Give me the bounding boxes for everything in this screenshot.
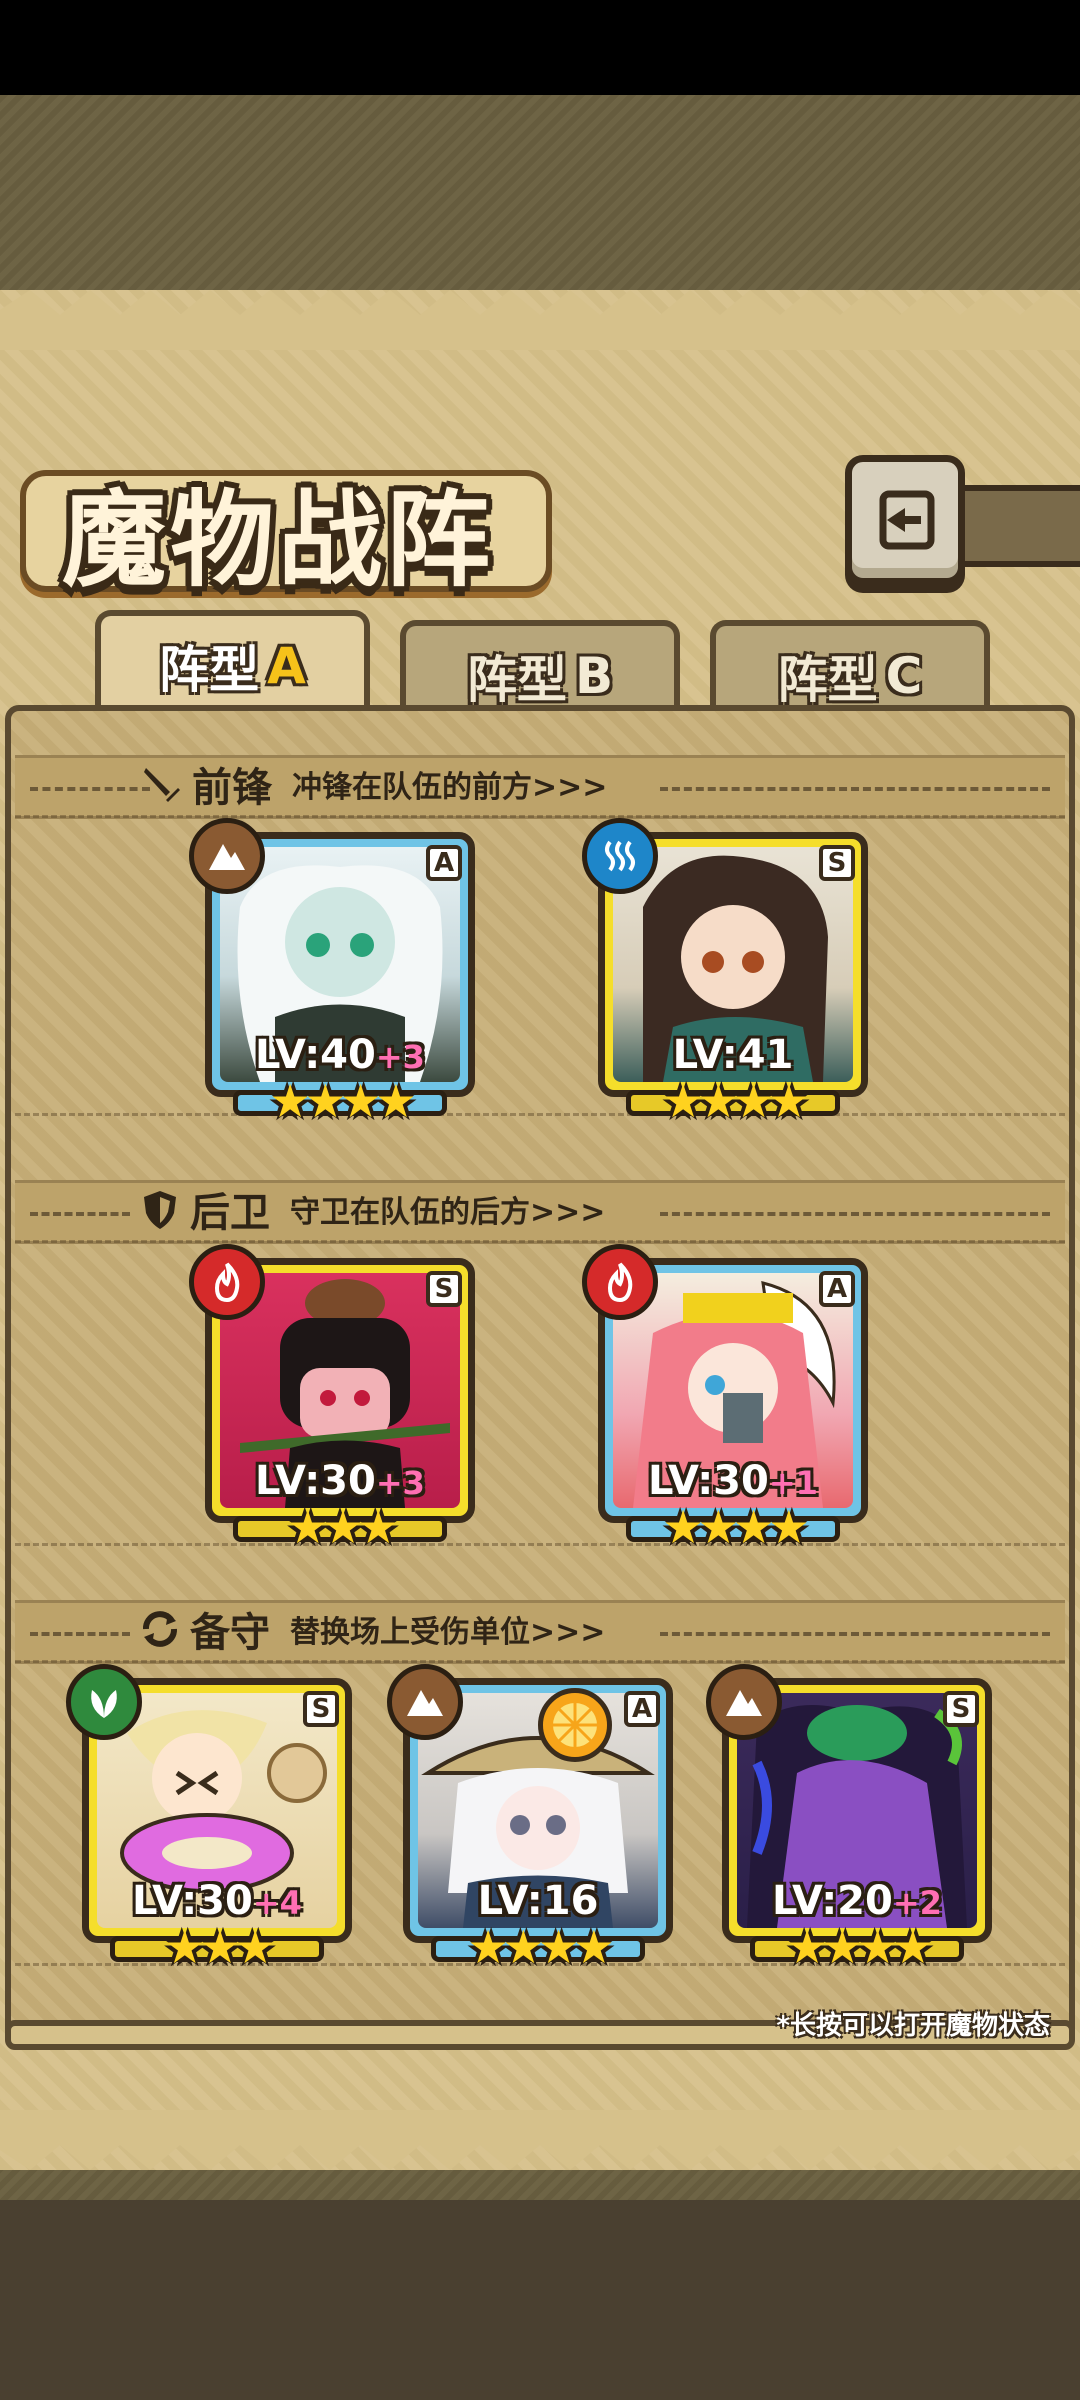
fire-element-icon xyxy=(582,1244,658,1320)
level-bonus: +2 xyxy=(892,1884,942,1922)
page-title: 魔物战阵 xyxy=(62,478,495,601)
monster-card-reserve-1[interactable]: S LV:30+4 ★★★ xyxy=(66,1664,352,1970)
earth-element-icon xyxy=(706,1664,782,1740)
orange-slice-icon xyxy=(538,1688,612,1762)
level-label: LV:20+2 xyxy=(722,1878,992,1924)
zigzag-edge-top xyxy=(0,290,1080,350)
divider xyxy=(30,1212,130,1216)
level-bonus: +3 xyxy=(375,1038,425,1076)
zigzag-edge-bottom xyxy=(0,2110,1080,2170)
back-section-desc: 守卫在队伍的后方>>> xyxy=(290,1195,606,1230)
level-value: LV:20 xyxy=(772,1878,893,1924)
level-value: LV:30 xyxy=(255,1458,376,1504)
back-row xyxy=(15,1240,1065,1546)
tab-label: 阵型 xyxy=(466,650,567,709)
shield-icon xyxy=(144,1191,176,1229)
level-value: LV:30 xyxy=(648,1458,769,1504)
back-section-header: 后卫 守卫在队伍的后方>>> xyxy=(138,1180,605,1238)
long-press-hint: *长按可以打开魔物状态 xyxy=(776,2011,1050,2041)
swap-icon xyxy=(143,1611,177,1647)
level-value: LV:30 xyxy=(132,1878,253,1924)
back-section-name: 后卫 xyxy=(190,1190,270,1236)
wood-element-icon xyxy=(66,1664,142,1740)
star-rating: ★★★★ xyxy=(662,1500,810,1554)
divider xyxy=(660,1212,1050,1216)
rank-badge: A xyxy=(819,1271,855,1307)
rank-badge: A xyxy=(624,1691,660,1727)
front-section-name: 前锋 xyxy=(192,765,272,811)
star-rating: ★★★★ xyxy=(269,1074,417,1128)
rank-badge: S xyxy=(426,1271,462,1307)
level-value: LV:16 xyxy=(477,1878,599,1924)
reserve-section-header: 备守 替换场上受伤单位>>> xyxy=(138,1600,605,1658)
fire-element-icon xyxy=(189,1244,265,1320)
monster-card-front-1[interactable]: A LV:40+3 ★★★★ xyxy=(189,818,475,1124)
front-row xyxy=(15,815,1065,1116)
tab-letter: B xyxy=(574,646,614,705)
level-bonus: +1 xyxy=(768,1464,818,1502)
divider xyxy=(660,1632,1050,1636)
level-value: LV:40 xyxy=(255,1032,376,1078)
reserve-section-desc: 替换场上受伤单位>>> xyxy=(290,1615,606,1650)
rank-badge: S xyxy=(943,1691,979,1727)
level-label: LV:41 xyxy=(598,1032,868,1078)
front-section-header: 前锋 冲锋在队伍的前方>>> xyxy=(140,755,607,813)
monster-card-front-2[interactable]: S LV:41 ★★★★ xyxy=(582,818,868,1124)
level-label: LV:30+4 xyxy=(82,1878,352,1924)
star-rating: ★★★ xyxy=(287,1500,399,1554)
divider xyxy=(660,787,1050,791)
earth-element-icon xyxy=(189,818,265,894)
level-bonus: +3 xyxy=(375,1464,425,1502)
back-button[interactable] xyxy=(845,455,965,585)
monster-card-reserve-2[interactable]: A LV:16 ★★★★ xyxy=(387,1664,673,1970)
rank-badge: S xyxy=(303,1691,339,1727)
sword-icon xyxy=(144,768,180,802)
divider xyxy=(30,787,150,791)
tab-label: 阵型 xyxy=(777,650,878,709)
star-rating: ★★★★ xyxy=(662,1074,810,1128)
map-background-bottom xyxy=(0,2200,1080,2400)
rank-badge: A xyxy=(426,845,462,881)
star-rating: ★★★★ xyxy=(786,1920,934,1974)
tab-letter: A xyxy=(267,636,306,695)
status-bar xyxy=(0,0,1080,95)
level-label: LV:30+3 xyxy=(205,1458,475,1504)
reserve-section-name: 备守 xyxy=(190,1610,270,1656)
tab-label: 阵型 xyxy=(159,640,260,699)
water-element-icon xyxy=(582,818,658,894)
back-arrow-icon xyxy=(879,490,935,550)
rank-badge: S xyxy=(819,845,855,881)
divider xyxy=(30,1632,130,1636)
tab-formation-a[interactable]: 阵型 A xyxy=(95,610,370,715)
level-label: LV:16 xyxy=(403,1878,673,1924)
level-label: LV:30+1 xyxy=(598,1458,868,1504)
level-bonus: +4 xyxy=(252,1884,302,1922)
monster-card-back-1[interactable]: S LV:30+3 ★★★ xyxy=(189,1244,475,1550)
back-button-rail xyxy=(960,485,1080,567)
star-rating: ★★★ xyxy=(164,1920,276,1974)
level-value: LV:41 xyxy=(672,1032,794,1078)
star-rating: ★★★★ xyxy=(467,1920,615,1974)
earth-element-icon xyxy=(387,1664,463,1740)
front-section-desc: 冲锋在队伍的前方>>> xyxy=(292,770,608,805)
monster-card-reserve-3[interactable]: S LV:20+2 ★★★★ xyxy=(706,1664,992,1970)
monster-card-back-2[interactable]: A LV:30+1 ★★★★ xyxy=(582,1244,868,1550)
tab-letter: C xyxy=(885,646,923,705)
level-label: LV:40+3 xyxy=(205,1032,475,1078)
